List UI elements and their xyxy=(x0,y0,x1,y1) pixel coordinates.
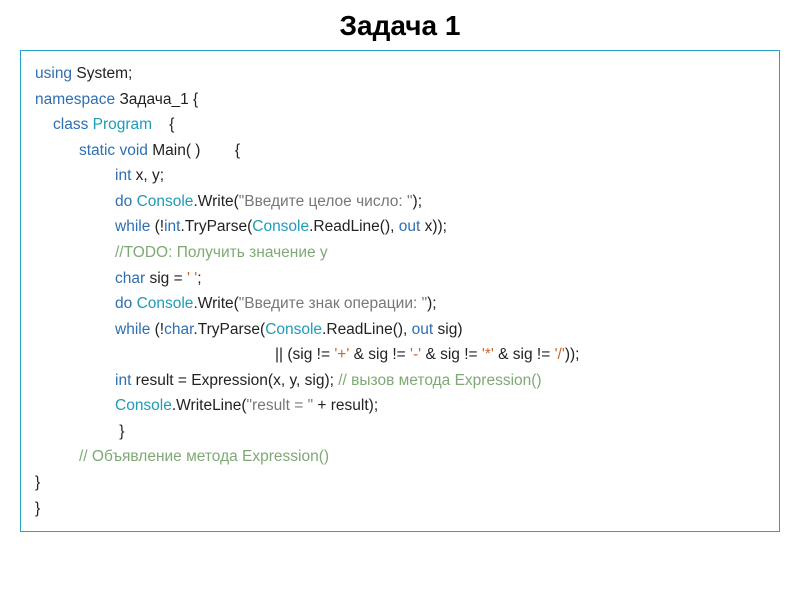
text: (! xyxy=(155,218,164,235)
code-line: } xyxy=(35,470,765,496)
text: + result); xyxy=(313,397,378,414)
kw-using: using xyxy=(35,65,72,82)
code-line: class Program { xyxy=(35,112,765,138)
text: } xyxy=(115,423,124,440)
comment: // вызов метода Expression() xyxy=(338,372,541,389)
kw-while: while xyxy=(115,321,155,338)
kw-namespace: namespace xyxy=(35,91,115,108)
type-int: int xyxy=(164,218,180,235)
char-literal: '+' xyxy=(334,346,349,363)
code-box: using System; namespace Задача_1 { class… xyxy=(20,50,780,532)
text: & sig != xyxy=(494,346,555,363)
type-char: char xyxy=(164,321,193,338)
string: "Введите целое число: " xyxy=(239,193,413,210)
code-line: namespace Задача_1 { xyxy=(35,87,765,113)
type-int: int xyxy=(115,372,131,389)
code-line: } xyxy=(35,419,765,445)
class-console: Console xyxy=(115,397,172,414)
comment: //TODO: Получить значение y xyxy=(115,244,328,261)
class-program: Program xyxy=(93,116,152,133)
kw-while: while xyxy=(115,218,155,235)
text: } xyxy=(35,474,40,491)
char-literal: '-' xyxy=(410,346,421,363)
code-line: // Объявление метода Expression() xyxy=(35,444,765,470)
class-console: Console xyxy=(265,321,322,338)
code-line: int x, y; xyxy=(35,163,765,189)
char-literal: '/' xyxy=(555,346,565,363)
text: x)); xyxy=(420,218,447,235)
text: .Write( xyxy=(193,295,238,312)
text: (! xyxy=(155,321,164,338)
class-console: Console xyxy=(252,218,309,235)
code-line: } xyxy=(35,496,765,522)
text: & sig != xyxy=(421,346,482,363)
text: } xyxy=(35,500,40,517)
string: "result = " xyxy=(247,397,314,414)
text: ; xyxy=(197,270,201,287)
code-line: //TODO: Получить значение y xyxy=(35,240,765,266)
type-int: int xyxy=(115,167,131,184)
code-line: static void Main( ) { xyxy=(35,138,765,164)
code-line: char sig = ' '; xyxy=(35,266,765,292)
code-line: while (!char.TryParse(Console.ReadLine()… xyxy=(35,317,765,343)
text: x, y; xyxy=(131,167,164,184)
text: result = Expression(x, y, sig); xyxy=(131,372,338,389)
code-line: do Console.Write("Введите знак операции:… xyxy=(35,291,765,317)
kw-class: class xyxy=(53,116,93,133)
text: ); xyxy=(413,193,422,210)
text: )); xyxy=(565,346,580,363)
text: .TryParse( xyxy=(193,321,265,338)
text: .ReadLine(), xyxy=(309,218,399,235)
text: sig) xyxy=(433,321,462,338)
text: Задача_1 { xyxy=(115,91,198,108)
code-line: || (sig != '+' & sig != '-' & sig != '*'… xyxy=(35,342,765,368)
code-line: using System; xyxy=(35,61,765,87)
text: .WriteLine( xyxy=(172,397,247,414)
text: || (sig != xyxy=(275,346,334,363)
class-console: Console xyxy=(137,295,194,312)
text: ); xyxy=(427,295,436,312)
code-line: while (!int.TryParse(Console.ReadLine(),… xyxy=(35,214,765,240)
text: System; xyxy=(72,65,132,82)
text: sig = xyxy=(145,270,187,287)
text: Main( ) { xyxy=(152,142,240,159)
kw-out: out xyxy=(399,218,421,235)
text: .TryParse( xyxy=(180,218,252,235)
code-line: int result = Expression(x, y, sig); // в… xyxy=(35,368,765,394)
code-line: Console.WriteLine("result = " + result); xyxy=(35,393,765,419)
slide-title: Задача 1 xyxy=(20,10,780,42)
code-line: do Console.Write("Введите целое число: "… xyxy=(35,189,765,215)
string: "Введите знак операции: " xyxy=(239,295,427,312)
char-literal: ' ' xyxy=(187,270,197,287)
kw-do: do xyxy=(115,295,137,312)
type-char: char xyxy=(115,270,145,287)
char-literal: '*' xyxy=(482,346,494,363)
kw-do: do xyxy=(115,193,137,210)
text: .Write( xyxy=(193,193,238,210)
text: { xyxy=(152,116,174,133)
text: & sig != xyxy=(349,346,410,363)
kw-out: out xyxy=(412,321,434,338)
class-console: Console xyxy=(137,193,194,210)
comment: // Объявление метода Expression() xyxy=(79,448,329,465)
kw-static-void: static void xyxy=(79,142,152,159)
text: .ReadLine(), xyxy=(322,321,412,338)
